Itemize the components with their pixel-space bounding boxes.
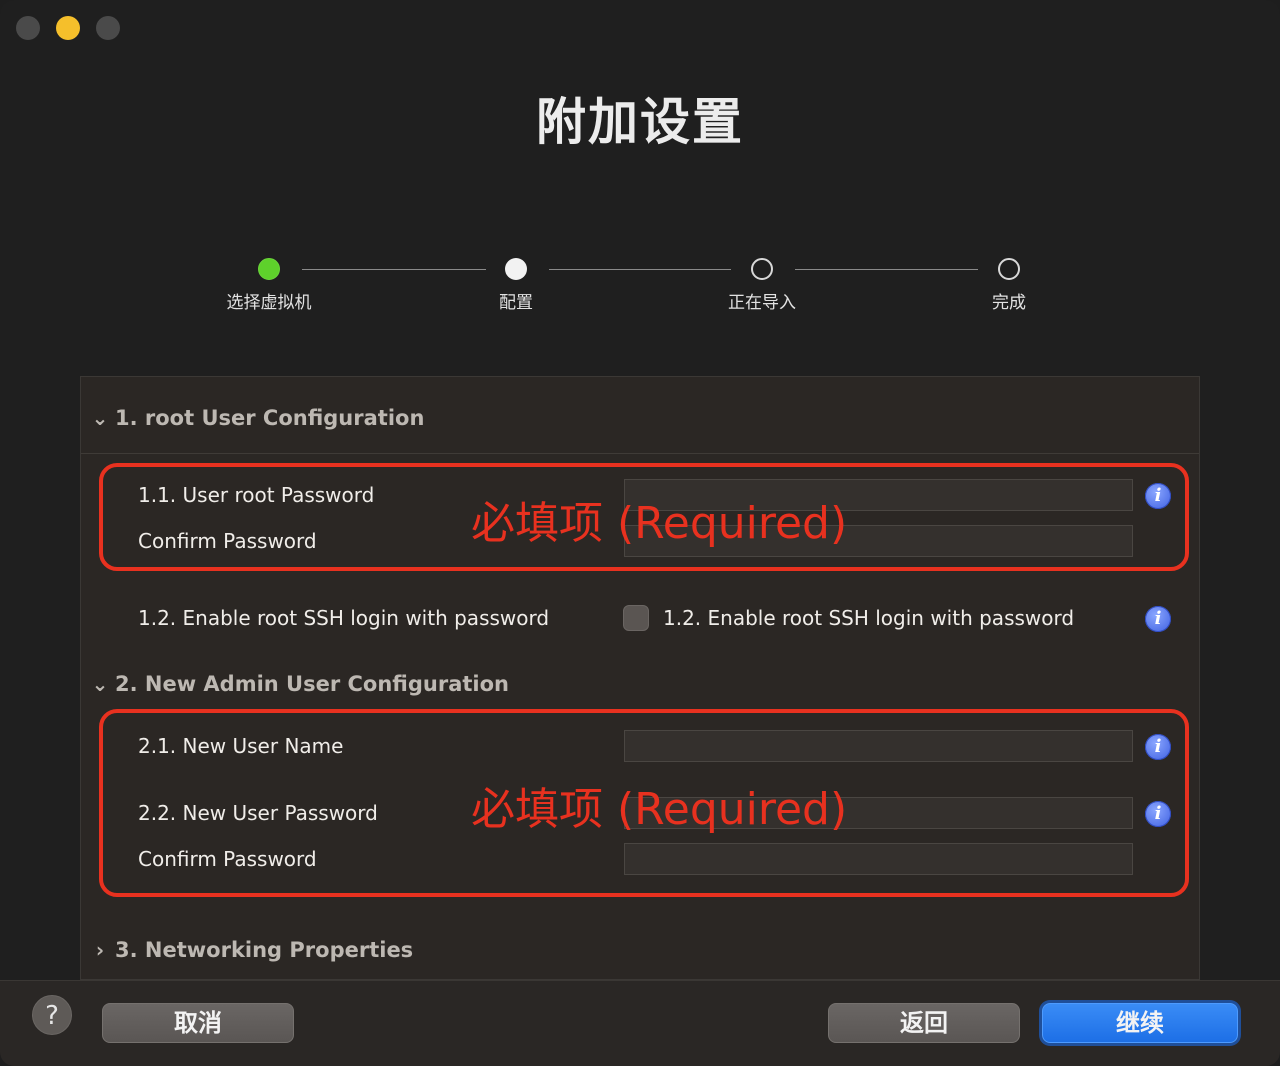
step-connector xyxy=(795,269,978,270)
info-icon[interactable]: i xyxy=(1145,606,1171,632)
chevron-down-icon: ⌄ xyxy=(91,672,109,696)
section-network-header[interactable]: › 3. Networking Properties xyxy=(91,935,413,965)
settings-panel: ⌄ 1. root User Configuration 1.1. User r… xyxy=(80,376,1200,980)
back-button[interactable]: 返回 xyxy=(828,1003,1020,1043)
step-label-importing: 正在导入 xyxy=(728,293,796,313)
chevron-down-icon: ⌄ xyxy=(91,406,109,430)
close-window-button[interactable] xyxy=(16,16,40,40)
step-2-current-icon xyxy=(505,258,527,280)
minimize-window-button[interactable] xyxy=(56,16,80,40)
section-network-title: 3. Networking Properties xyxy=(115,938,414,962)
step-connector xyxy=(302,269,486,270)
section-root-header[interactable]: ⌄ 1. root User Configuration xyxy=(91,403,425,433)
root-ssh-label: 1.2. Enable root SSH login with password xyxy=(138,606,550,630)
import-wizard-window: 附加设置 选择虚拟机 配置 正在导入 完成 ⌄ 1. root User Con… xyxy=(0,0,1280,1066)
step-4-pending-icon xyxy=(998,258,1020,280)
footer-bar: ? 取消 返回 继续 xyxy=(0,980,1280,1066)
zoom-window-button[interactable] xyxy=(96,16,120,40)
section-admin-title: 2. New Admin User Configuration xyxy=(115,672,509,696)
step-label-select-vm: 选择虚拟机 xyxy=(226,293,312,313)
section-divider xyxy=(81,453,1199,454)
progress-stepper: 选择虚拟机 配置 正在导入 完成 xyxy=(0,258,1280,318)
step-connector xyxy=(549,269,731,270)
continue-button[interactable]: 继续 xyxy=(1042,1003,1238,1043)
step-label-configure: 配置 xyxy=(499,293,533,313)
help-button[interactable]: ? xyxy=(32,995,72,1035)
cancel-button[interactable]: 取消 xyxy=(102,1003,294,1043)
step-1-done-icon xyxy=(258,258,280,280)
window-controls xyxy=(16,16,120,40)
required-annotation-text: 必填项 (Required) xyxy=(471,784,848,835)
step-label-finish: 完成 xyxy=(992,293,1026,313)
root-ssh-checkbox[interactable] xyxy=(623,605,649,631)
required-annotation-text: 必填项 (Required) xyxy=(471,498,848,549)
section-root-title: 1. root User Configuration xyxy=(115,406,425,430)
page-title: 附加设置 xyxy=(536,93,744,151)
step-3-pending-icon xyxy=(751,258,773,280)
chevron-right-icon: › xyxy=(95,938,105,962)
section-admin-header[interactable]: ⌄ 2. New Admin User Configuration xyxy=(91,669,509,699)
root-ssh-checkbox-label[interactable]: 1.2. Enable root SSH login with password xyxy=(663,606,1074,630)
